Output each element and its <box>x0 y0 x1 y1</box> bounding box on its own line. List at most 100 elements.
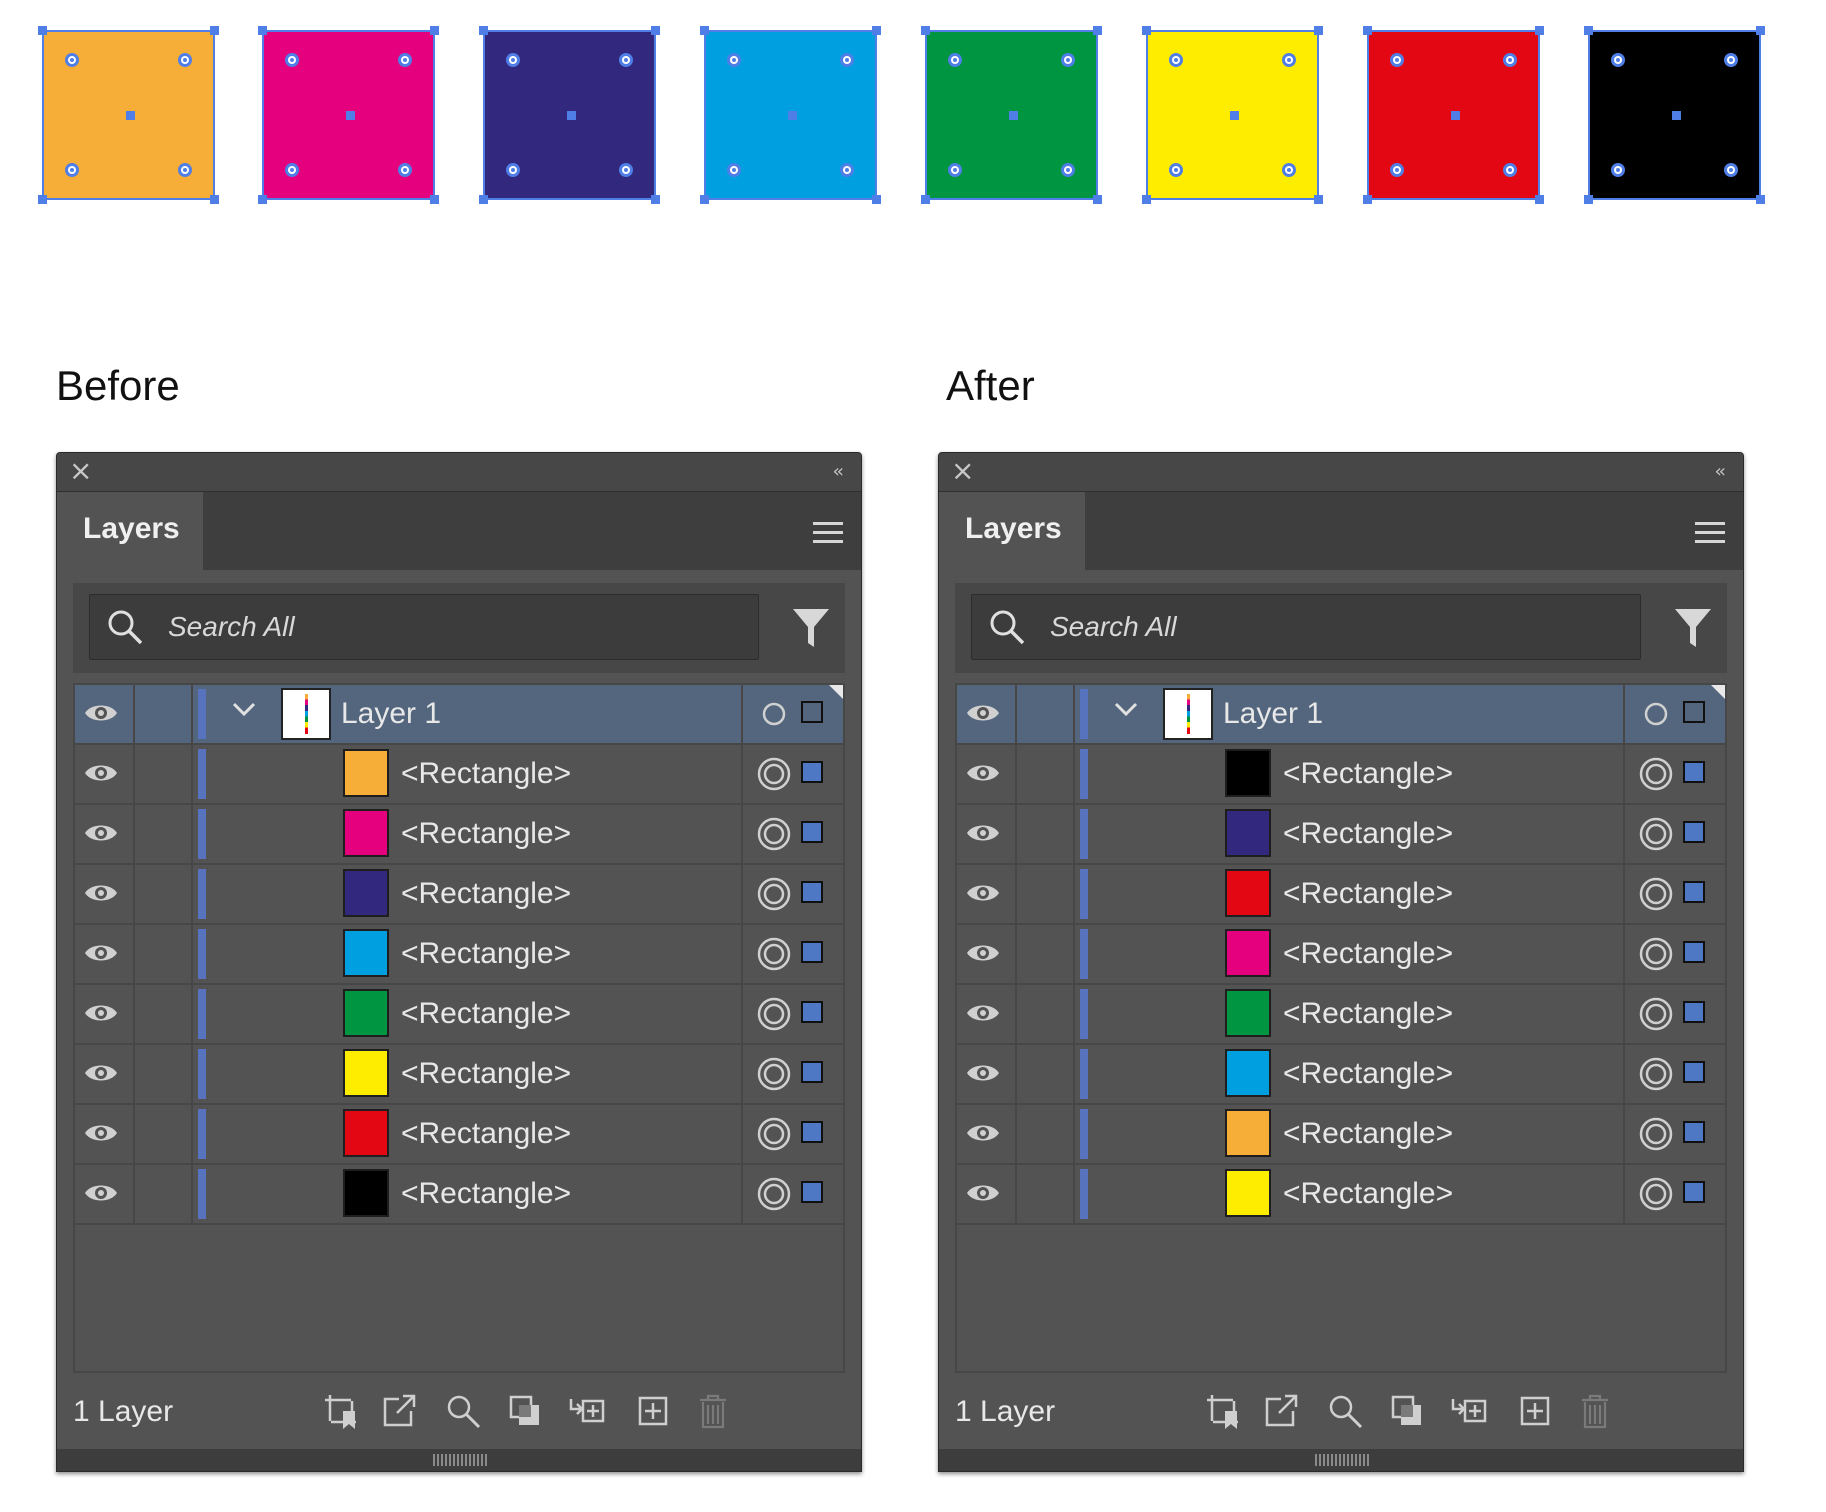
target-icon[interactable] <box>1639 1177 1673 1211</box>
bounding-handle[interactable] <box>1584 195 1593 204</box>
corner-widget[interactable] <box>1282 163 1296 177</box>
locate-object-icon[interactable] <box>1325 1391 1365 1431</box>
delete-icon[interactable] <box>693 1391 733 1431</box>
filter-icon[interactable] <box>1673 605 1713 651</box>
corner-widget[interactable] <box>285 163 299 177</box>
bounding-handle[interactable] <box>210 195 219 204</box>
search-input[interactable] <box>168 609 728 645</box>
chevron-down-icon[interactable] <box>231 699 257 719</box>
eye-icon[interactable] <box>965 1180 1001 1206</box>
eye-icon[interactable] <box>83 1120 119 1146</box>
bounding-handle[interactable] <box>1142 26 1151 35</box>
rectangle-indigo[interactable] <box>479 26 660 204</box>
tab-layers[interactable]: Layers <box>939 492 1085 570</box>
rectangle-cyan[interactable] <box>700 26 881 204</box>
eye-icon[interactable] <box>83 820 119 846</box>
bounding-handle[interactable] <box>1756 195 1765 204</box>
collapse-panel-icon[interactable]: ‹‹ <box>833 461 845 482</box>
eye-icon[interactable] <box>965 880 1001 906</box>
create-new-layer-icon[interactable] <box>1515 1391 1555 1431</box>
object-name[interactable]: <Rectangle> <box>401 817 571 851</box>
bounding-handle[interactable] <box>700 26 709 35</box>
bounding-handle[interactable] <box>651 26 660 35</box>
target-icon[interactable] <box>757 1117 791 1151</box>
eye-icon[interactable] <box>965 1060 1001 1086</box>
list-item[interactable]: <Rectangle> <box>75 865 843 925</box>
corner-widget[interactable] <box>398 53 412 67</box>
target-icon[interactable] <box>1639 937 1673 971</box>
object-name[interactable]: <Rectangle> <box>401 877 571 911</box>
selection-indicator[interactable] <box>801 1121 823 1143</box>
corner-widget[interactable] <box>619 53 633 67</box>
bounding-handle[interactable] <box>1535 195 1544 204</box>
list-item[interactable]: <Rectangle> <box>75 985 843 1045</box>
eye-icon[interactable] <box>965 760 1001 786</box>
create-new-sublayer-icon[interactable] <box>1449 1391 1489 1431</box>
create-new-sublayer-icon[interactable] <box>567 1391 607 1431</box>
bounding-handle[interactable] <box>1535 26 1544 35</box>
corner-widget[interactable] <box>948 163 962 177</box>
resize-grip[interactable] <box>57 1449 861 1471</box>
corner-widget[interactable] <box>398 163 412 177</box>
bounding-handle[interactable] <box>430 26 439 35</box>
bounding-handle[interactable] <box>921 195 930 204</box>
corner-widget[interactable] <box>1611 53 1625 67</box>
object-name[interactable]: <Rectangle> <box>1283 997 1453 1031</box>
list-item[interactable]: <Rectangle> <box>957 1045 1725 1105</box>
target-icon[interactable] <box>1639 997 1673 1031</box>
list-item[interactable]: <Rectangle> <box>957 805 1725 865</box>
make-clipping-mask-icon[interactable] <box>1387 1391 1427 1431</box>
target-icon[interactable] <box>757 937 791 971</box>
object-name[interactable]: <Rectangle> <box>401 1057 571 1091</box>
panel-title-bar[interactable]: × ‹‹ <box>57 453 861 492</box>
corner-widget[interactable] <box>178 163 192 177</box>
corner-widget[interactable] <box>1061 163 1075 177</box>
corner-widget[interactable] <box>65 163 79 177</box>
corner-widget[interactable] <box>840 163 854 177</box>
export-icon[interactable] <box>379 1391 419 1431</box>
rectangle-yellow[interactable] <box>1142 26 1323 204</box>
corner-widget[interactable] <box>840 53 854 67</box>
target-icon[interactable] <box>1639 697 1673 731</box>
rectangle-orange[interactable] <box>38 26 219 204</box>
object-name[interactable]: <Rectangle> <box>1283 757 1453 791</box>
list-item[interactable]: <Rectangle> <box>75 805 843 865</box>
bounding-handle[interactable] <box>1314 26 1323 35</box>
panel-menu-icon[interactable] <box>813 522 843 543</box>
bounding-handle[interactable] <box>1363 26 1372 35</box>
list-item[interactable]: <Rectangle> <box>75 1045 843 1105</box>
target-icon[interactable] <box>757 697 791 731</box>
target-icon[interactable] <box>1639 817 1673 851</box>
bounding-handle[interactable] <box>1314 195 1323 204</box>
corner-widget[interactable] <box>727 163 741 177</box>
corner-widget[interactable] <box>1611 163 1625 177</box>
bounding-handle[interactable] <box>479 26 488 35</box>
object-name[interactable]: <Rectangle> <box>401 1177 571 1211</box>
bounding-handle[interactable] <box>479 195 488 204</box>
collect-for-export-icon[interactable] <box>1203 1391 1243 1431</box>
target-icon[interactable] <box>757 757 791 791</box>
selection-indicator[interactable] <box>801 941 823 963</box>
corner-widget[interactable] <box>506 53 520 67</box>
list-item[interactable]: <Rectangle> <box>75 925 843 985</box>
locate-object-icon[interactable] <box>443 1391 483 1431</box>
layer-name[interactable]: Layer 1 <box>1223 697 1323 731</box>
object-name[interactable]: <Rectangle> <box>401 757 571 791</box>
export-icon[interactable] <box>1261 1391 1301 1431</box>
bounding-handle[interactable] <box>872 195 881 204</box>
rectangle-red[interactable] <box>1363 26 1544 204</box>
corner-widget[interactable] <box>178 53 192 67</box>
corner-widget[interactable] <box>1390 163 1404 177</box>
selection-indicator[interactable] <box>1683 1061 1705 1083</box>
bounding-handle[interactable] <box>258 26 267 35</box>
selection-indicator[interactable] <box>1683 941 1705 963</box>
close-icon[interactable]: × <box>69 457 92 485</box>
corner-widget[interactable] <box>285 53 299 67</box>
rectangle-magenta[interactable] <box>258 26 439 204</box>
bounding-handle[interactable] <box>1093 26 1102 35</box>
corner-widget[interactable] <box>506 163 520 177</box>
selection-indicator[interactable] <box>801 1001 823 1023</box>
eye-icon[interactable] <box>83 940 119 966</box>
object-name[interactable]: <Rectangle> <box>1283 1117 1453 1151</box>
selection-indicator[interactable] <box>1683 761 1705 783</box>
